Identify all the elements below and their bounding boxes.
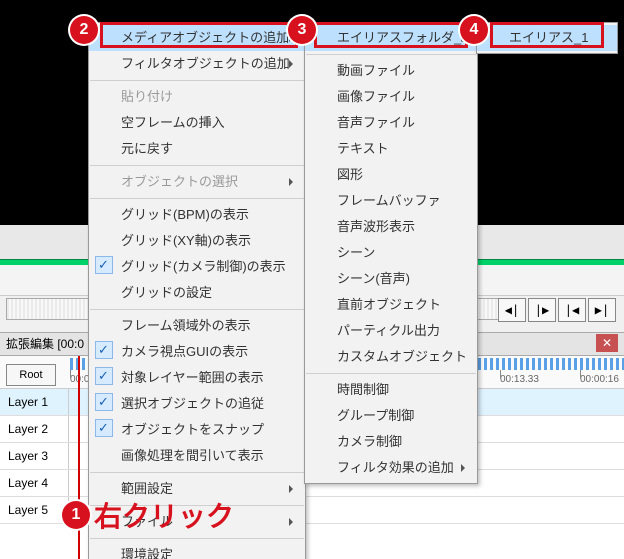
menu-item[interactable]: シーン(音声) <box>305 266 477 292</box>
menu-item[interactable]: 画像処理を間引いて表示 <box>89 443 305 469</box>
menu-item[interactable]: 図形 <box>305 162 477 188</box>
prev-frame-button[interactable]: ◀| <box>498 298 526 322</box>
menu-item[interactable]: 範囲設定 <box>89 476 305 502</box>
menu-item[interactable]: グリッド(カメラ制御)の表示 <box>89 254 305 280</box>
goto-start-button[interactable]: |◀ <box>558 298 586 322</box>
menu-item[interactable]: カメラ視点GUIの表示 <box>89 339 305 365</box>
menu-item-label: パーティクル出力 <box>337 323 440 338</box>
menu-item[interactable]: 選択オブジェクトの追従 <box>89 391 305 417</box>
menu-item[interactable]: 時間制御 <box>305 377 477 403</box>
menu-item-label: カスタムオブジェクト <box>337 349 467 364</box>
menu-item-label: 画像処理を間引いて表示 <box>121 448 264 463</box>
menu-item[interactable]: フィルタオブジェクトの追加 <box>89 51 305 77</box>
menu-item-label: フレームバッファ <box>337 193 441 208</box>
menu-item[interactable]: エイリアス_1 <box>477 25 617 51</box>
close-icon[interactable]: ✕ <box>596 334 618 352</box>
menu-item-label: フレーム領域外の表示 <box>121 318 251 333</box>
menu-item[interactable]: テキスト <box>305 136 477 162</box>
menu-item[interactable]: グリッド(XY軸)の表示 <box>89 228 305 254</box>
menu-item[interactable]: シーン <box>305 240 477 266</box>
menu-item-label: シーン(音声) <box>337 271 410 286</box>
menu-item-label: 音声波形表示 <box>337 219 415 234</box>
media-object-submenu[interactable]: エイリアスフォルダ_1 動画ファイル画像ファイル音声ファイルテキスト図形フレームバ… <box>304 22 478 484</box>
goto-end-button[interactable]: ▶| <box>588 298 616 322</box>
menu-item-label: グリッド(カメラ制御)の表示 <box>121 259 286 274</box>
transport-controls: ◀| |▶ |◀ ▶| <box>498 298 616 322</box>
menu-item-label: 音声ファイル <box>337 115 415 130</box>
menu-item[interactable]: 環境設定 <box>89 542 305 559</box>
layer-label: Layer 1 <box>0 389 69 415</box>
menu-item[interactable]: 音声波形表示 <box>305 214 477 240</box>
menu-item-label: 画像ファイル <box>337 89 415 104</box>
menu-item-label: テキスト <box>337 141 389 156</box>
menu-item-label: シーン <box>337 245 375 260</box>
menu-item-label: カメラ制御 <box>337 434 402 449</box>
menu-item[interactable]: フレームバッファ <box>305 188 477 214</box>
menu-item[interactable]: オブジェクトをスナップ <box>89 417 305 443</box>
menu-item[interactable]: パーティクル出力 <box>305 318 477 344</box>
menu-item-label: 元に戻す <box>121 141 173 156</box>
check-icon <box>95 393 113 411</box>
root-button[interactable]: Root <box>6 364 56 386</box>
menu-item[interactable]: グリッドの設定 <box>89 280 305 306</box>
menu-item-label: 対象レイヤー範囲の表示 <box>121 370 264 385</box>
menu-item-label: 動画ファイル <box>337 63 415 78</box>
layer-label: Layer 4 <box>0 470 69 496</box>
menu-item-label: グリッド(BPM)の表示 <box>121 207 249 222</box>
layer-label: Layer 2 <box>0 416 69 442</box>
menu-item-label: 時間制御 <box>337 382 389 397</box>
menu-item-label: 選択オブジェクトの追従 <box>121 396 264 411</box>
menu-item-label: 貼り付け <box>121 89 173 104</box>
menu-item[interactable]: カスタムオブジェクト <box>305 344 477 370</box>
layer-label: Layer 3 <box>0 443 69 469</box>
timecode-tick: 00:00:16 <box>580 374 619 385</box>
menu-item-label: カメラ視点GUIの表示 <box>121 344 248 359</box>
menu-item[interactable]: メディアオブジェクトの追加 <box>89 25 305 51</box>
timecode-tick: 00:13.33 <box>500 374 539 385</box>
menu-item[interactable]: 画像ファイル <box>305 84 477 110</box>
menu-item-label: 直前オブジェクト <box>337 297 441 312</box>
menu-item-label: 図形 <box>337 167 363 182</box>
menu-item[interactable]: カメラ制御 <box>305 429 477 455</box>
menu-item[interactable]: 元に戻す <box>89 136 305 162</box>
playhead[interactable] <box>78 356 80 559</box>
menu-item[interactable]: 空フレームの挿入 <box>89 110 305 136</box>
menu-item[interactable]: フレーム領域外の表示 <box>89 313 305 339</box>
menu-item-label: 空フレームの挿入 <box>121 115 225 130</box>
check-icon <box>95 256 113 274</box>
menu-item-label: フィルタオブジェクトの追加 <box>121 56 290 71</box>
play-button[interactable]: |▶ <box>528 298 556 322</box>
menu-item[interactable]: 音声ファイル <box>305 110 477 136</box>
menu-item-label: グループ制御 <box>337 408 414 423</box>
menu-item[interactable]: グループ制御 <box>305 403 477 429</box>
check-icon <box>95 367 113 385</box>
alias-submenu[interactable]: エイリアス_1 <box>476 22 618 54</box>
menu-item-label: グリッドの設定 <box>121 285 212 300</box>
menu-item[interactable]: フィルタ効果の追加 <box>305 455 477 481</box>
timeline-context-menu[interactable]: メディアオブジェクトの追加フィルタオブジェクトの追加貼り付け空フレームの挿入元に… <box>88 22 306 559</box>
menu-item-label: メディアオブジェクトの追加 <box>121 30 289 45</box>
menu-item-label: フィルタ効果の追加 <box>337 460 454 475</box>
menu-item[interactable]: ファイル <box>89 509 305 535</box>
menu-item-label: ファイル <box>121 514 173 529</box>
menu-item-label: オブジェクトの選択 <box>121 174 238 189</box>
menu-item: オブジェクトの選択 <box>89 169 305 195</box>
layer-label: Layer 5 <box>0 497 69 523</box>
menu-item-label: オブジェクトをスナップ <box>121 422 264 437</box>
menu-item-label: エイリアス_1 <box>509 30 588 45</box>
menu-item[interactable]: グリッド(BPM)の表示 <box>89 202 305 228</box>
menu-item-label: 範囲設定 <box>121 481 173 496</box>
check-icon <box>95 419 113 437</box>
menu-item[interactable]: 対象レイヤー範囲の表示 <box>89 365 305 391</box>
menu-item[interactable]: 動画ファイル <box>305 58 477 84</box>
menu-item: 貼り付け <box>89 84 305 110</box>
menu-item-label: グリッド(XY軸)の表示 <box>121 233 251 248</box>
menu-item-label: 環境設定 <box>121 547 173 559</box>
menu-item[interactable]: エイリアスフォルダ_1 <box>305 25 477 51</box>
menu-item-label: エイリアスフォルダ_1 <box>337 30 468 45</box>
check-icon <box>95 341 113 359</box>
menu-item[interactable]: 直前オブジェクト <box>305 292 477 318</box>
